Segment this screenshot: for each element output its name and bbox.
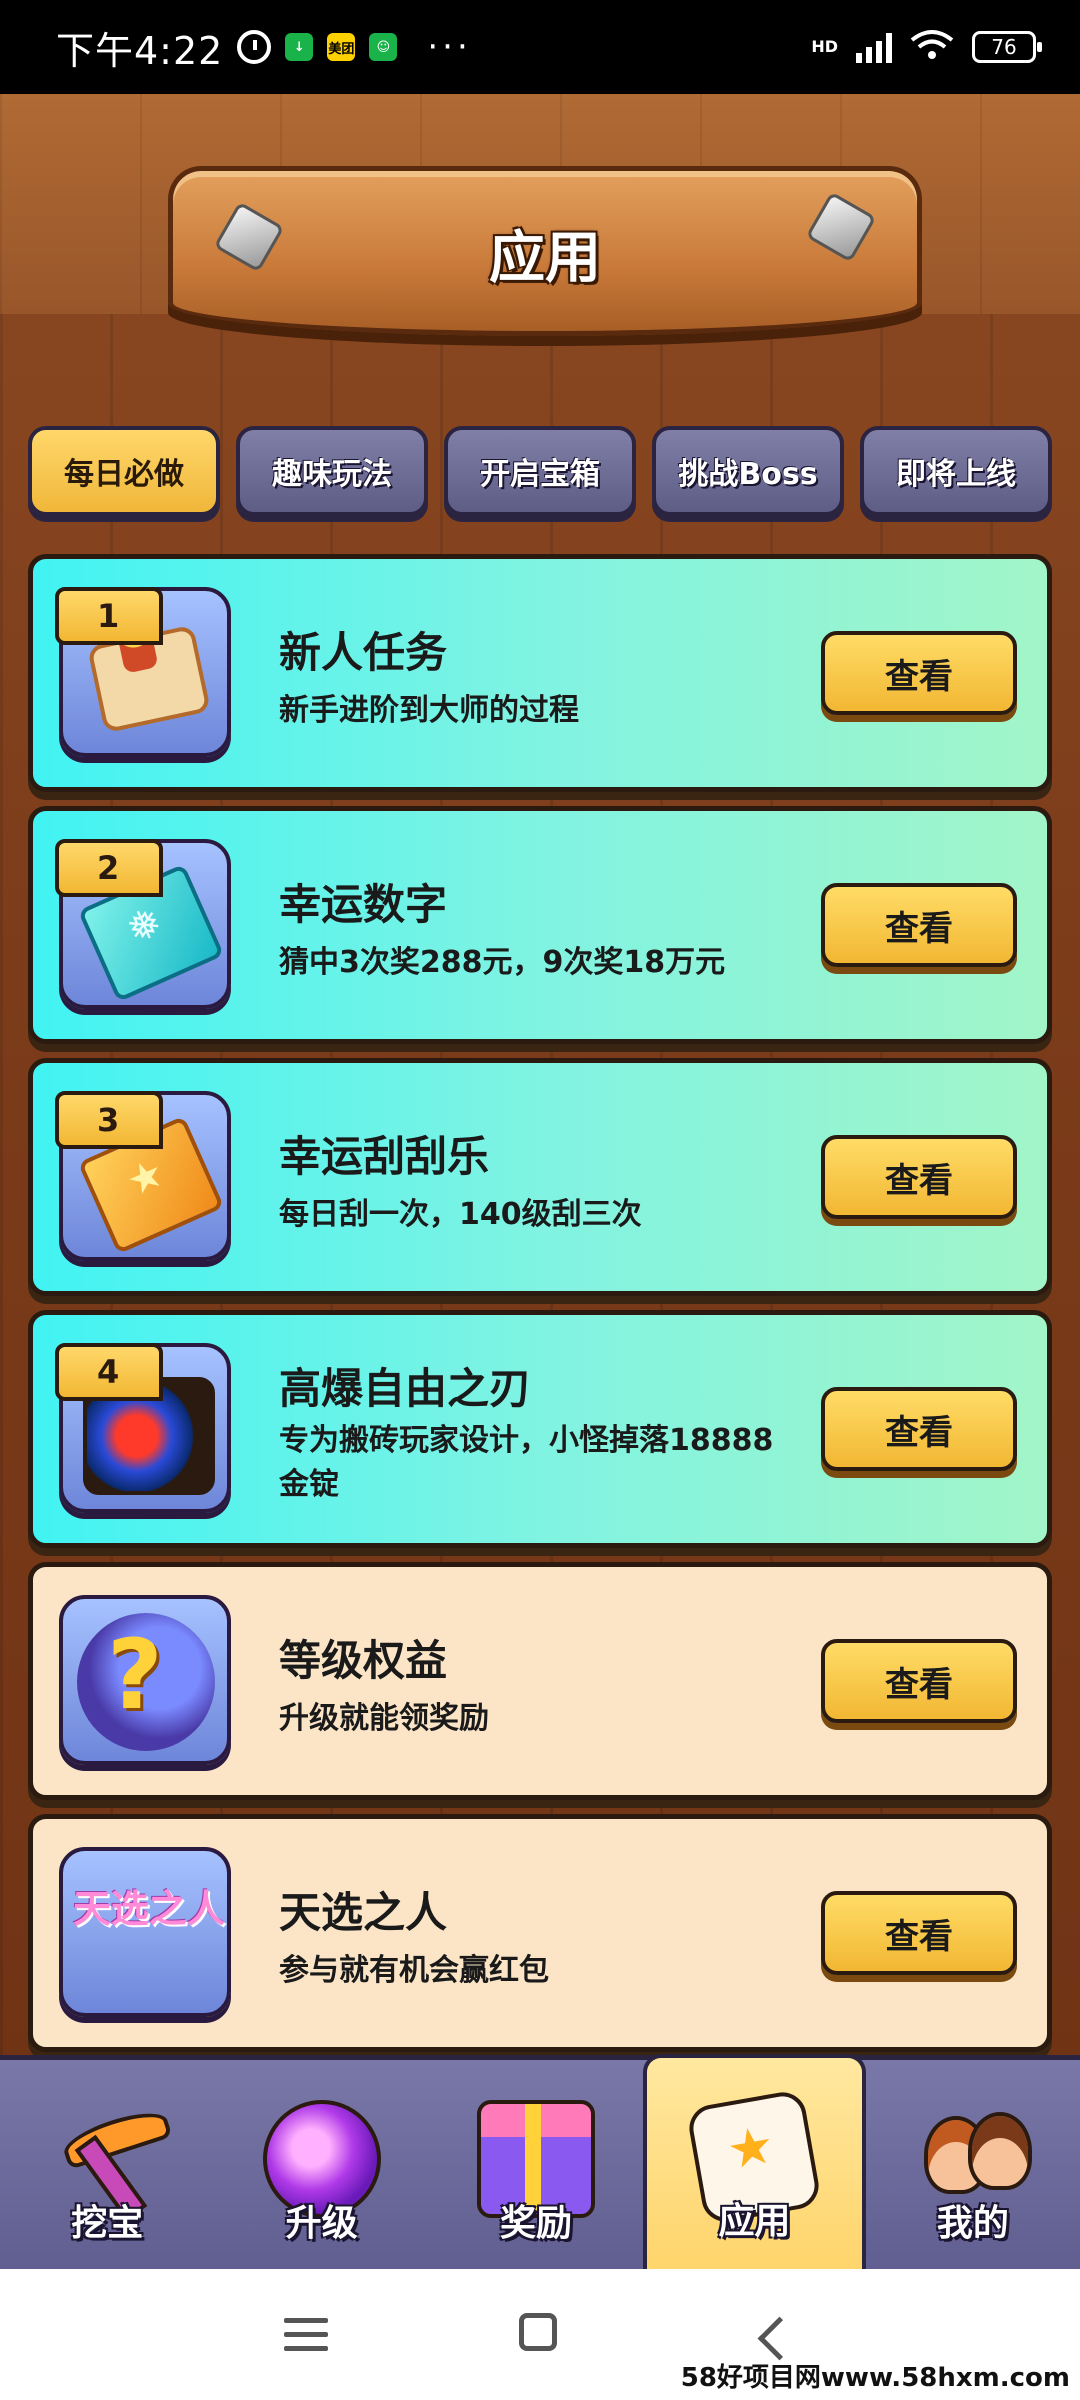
- battery-icon: 76: [972, 31, 1042, 63]
- rank-badge: 4: [55, 1343, 163, 1401]
- tab-daily[interactable]: 每日必做: [28, 426, 220, 516]
- hd-label: HD: [811, 37, 838, 56]
- alarm-icon: [237, 30, 272, 64]
- nav-upgrade[interactable]: 升级: [214, 2060, 428, 2269]
- card-description: 专为搬砖玩家设计，小怪掉落18888金锭: [279, 1423, 774, 1502]
- status-time: 下午4:22: [56, 28, 224, 73]
- card-description: 升级就能领奖励: [279, 1701, 489, 1736]
- home-icon[interactable]: [508, 2309, 568, 2365]
- list-item[interactable]: 等级权益 升级就能领奖励 查看: [28, 1562, 1052, 1800]
- wizard-hat-icon: [77, 1613, 215, 1751]
- meituan-app-icon: 美团: [327, 33, 356, 61]
- nav-label: 升级: [285, 2203, 358, 2244]
- card-description: 新手进阶到大师的过程: [279, 693, 579, 728]
- app-screen: 应用 每日必做 趣味玩法 开启宝箱 挑战Boss 即将上线 1 新人任务 新手进…: [0, 94, 1080, 2269]
- battery-level: 76: [991, 35, 1017, 59]
- tab-coming-soon[interactable]: 即将上线: [860, 426, 1052, 516]
- tianxuan-icon: 天选之人: [72, 1887, 225, 1931]
- menu-icon[interactable]: [276, 2309, 336, 2365]
- wifi-icon: [910, 28, 954, 66]
- card-title: 天选之人: [279, 1888, 448, 1937]
- rank-badge: 3: [55, 1091, 163, 1149]
- view-button[interactable]: 查看: [821, 1639, 1017, 1723]
- card-title: 高爆自由之刃: [279, 1364, 532, 1413]
- rank-badge: 1: [55, 587, 163, 645]
- tab-fun[interactable]: 趣味玩法: [236, 426, 428, 516]
- nav-rewards[interactable]: 奖励: [429, 2060, 643, 2269]
- system-nav-bar: 58好项目网www.58hxm.com: [0, 2269, 1080, 2400]
- card-title: 新人任务: [279, 628, 448, 677]
- watermark: 58好项目网www.58hxm.com: [680, 2363, 1070, 2393]
- view-button[interactable]: 查看: [821, 883, 1017, 967]
- card-description: 参与就有机会赢红包: [279, 1953, 549, 1988]
- tab-chest[interactable]: 开启宝箱: [444, 426, 636, 516]
- card-description: 猜中3次奖288元，9次奖18万元: [279, 945, 726, 980]
- page-title: 应用: [489, 226, 601, 291]
- view-button[interactable]: 查看: [821, 631, 1017, 715]
- nav-label: 奖励: [500, 2203, 573, 2244]
- card-title: 幸运刮刮乐: [279, 1132, 490, 1181]
- nav-label: 应用: [718, 2201, 791, 2242]
- view-button[interactable]: 查看: [821, 1891, 1017, 1975]
- nav-apps[interactable]: 应用: [643, 2054, 866, 2269]
- status-bar: 下午4:22 ↓ 美团 ☺ ··· HD 76: [0, 0, 1080, 94]
- nav-dig[interactable]: 挖宝: [0, 2060, 214, 2269]
- app-list: 1 新人任务 新手进阶到大师的过程 查看 2 幸运数字 猜中3次奖288元，9次…: [28, 554, 1052, 2066]
- nav-mine[interactable]: 我的: [866, 2060, 1080, 2269]
- tab-boss[interactable]: 挑战Boss: [652, 426, 844, 516]
- card-icon-frame: [59, 1595, 231, 1765]
- signal-icon: [856, 31, 892, 63]
- wechat-app-icon: ☺: [369, 33, 398, 61]
- list-item[interactable]: 2 幸运数字 猜中3次奖288元，9次奖18万元 查看: [28, 806, 1052, 1044]
- view-button[interactable]: 查看: [821, 1387, 1017, 1471]
- card-title: 幸运数字: [279, 880, 448, 929]
- list-item[interactable]: 1 新人任务 新手进阶到大师的过程 查看: [28, 554, 1052, 792]
- view-button[interactable]: 查看: [821, 1135, 1017, 1219]
- nav-label: 挖宝: [71, 2203, 144, 2244]
- card-title: 等级权益: [279, 1636, 448, 1685]
- title-plank: 应用: [168, 166, 922, 336]
- nav-label: 我的: [936, 2203, 1009, 2244]
- download-app-icon: ↓: [285, 33, 314, 61]
- list-item[interactable]: 3 幸运刮刮乐 每日刮一次，140级刮三次 查看: [28, 1058, 1052, 1296]
- list-item[interactable]: 4 高爆自由之刃 专为搬砖玩家设计，小怪掉落18888金锭 查看: [28, 1310, 1052, 1548]
- card-icon-frame: 天选之人: [59, 1847, 231, 2017]
- bottom-nav: 挖宝 升级 奖励 应用 我的: [0, 2054, 1080, 2269]
- category-tabs: 每日必做 趣味玩法 开启宝箱 挑战Boss 即将上线: [28, 426, 1052, 516]
- list-item[interactable]: 天选之人 天选之人 参与就有机会赢红包 查看: [28, 1814, 1052, 2052]
- rank-badge: 2: [55, 839, 163, 897]
- card-description: 每日刮一次，140级刮三次: [279, 1197, 642, 1232]
- more-notifications-icon: ···: [427, 27, 472, 67]
